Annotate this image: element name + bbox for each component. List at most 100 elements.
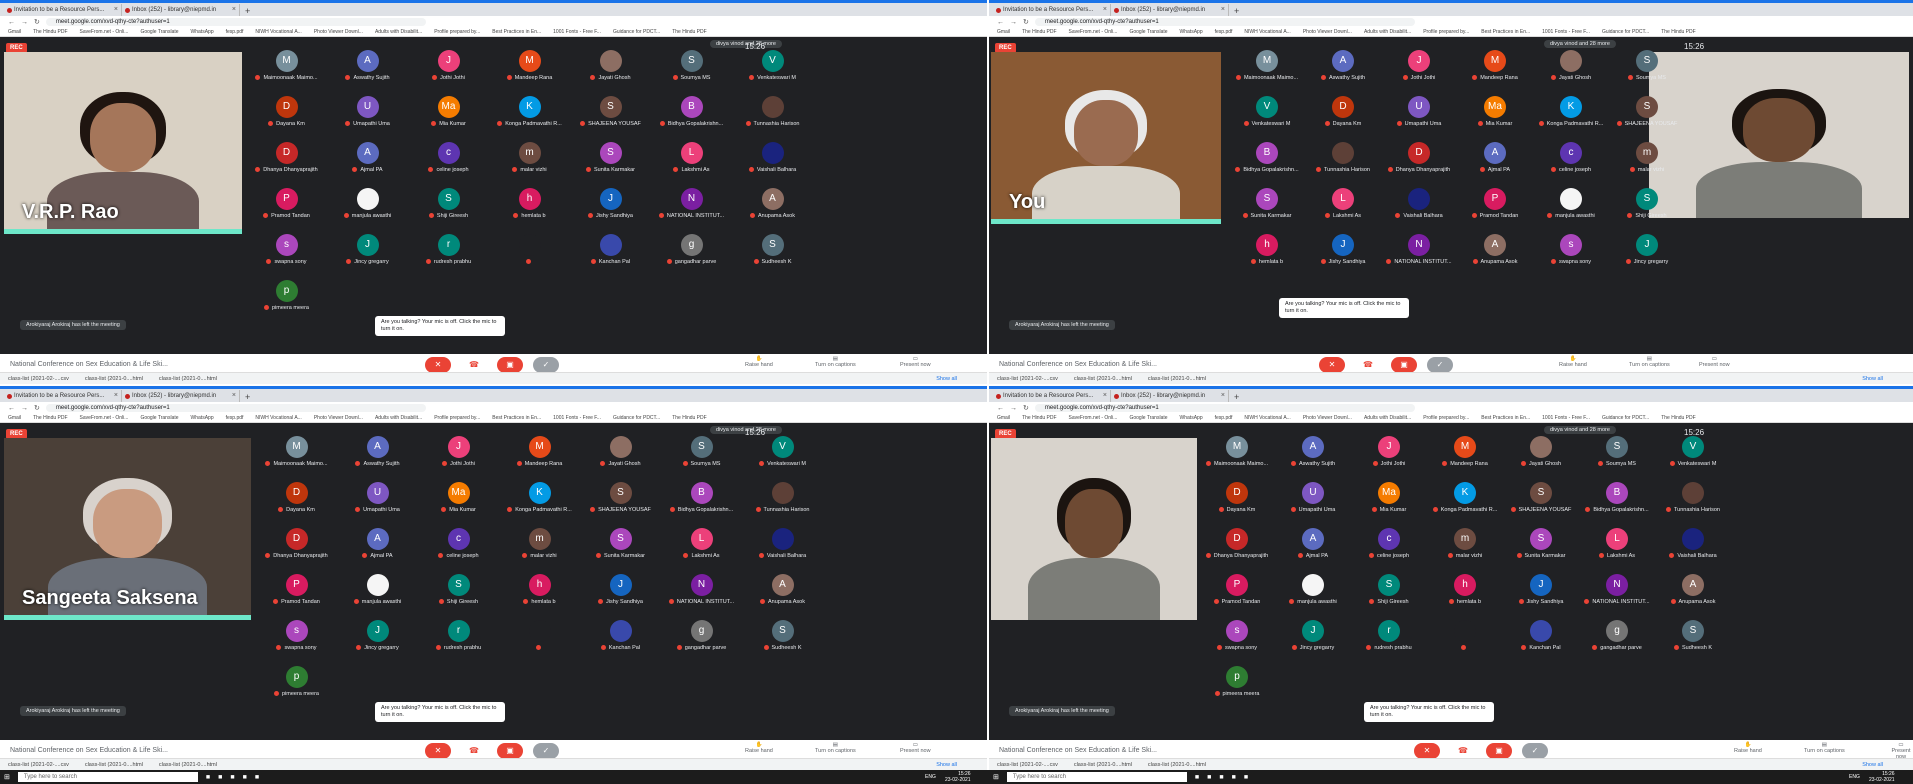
- taskbar-search-input[interactable]: Type here to search: [17, 772, 198, 782]
- download-item[interactable]: class-list (2021-02-....csv: [997, 376, 1058, 382]
- raise-hand-button[interactable]: ✋ Raise hand: [1734, 742, 1762, 754]
- raise-hand-button[interactable]: ✋ Raise hand: [745, 356, 773, 368]
- participant-tile[interactable]: manjula awasthi: [327, 188, 408, 234]
- forward-icon[interactable]: →: [1010, 405, 1017, 412]
- participant-tile[interactable]: A Aswathy Sujith: [1305, 50, 1381, 96]
- participant-tile[interactable]: S Soumya MS: [1609, 50, 1685, 96]
- bookmark-item[interactable]: Google Translate: [140, 29, 178, 35]
- bookmark-item[interactable]: Adults with Disabilit...: [1364, 415, 1411, 421]
- participant-tile[interactable]: S Shiji Gireesh: [408, 188, 489, 234]
- bookmark-item[interactable]: Profile prepared by...: [434, 415, 480, 421]
- participant-tile[interactable]: B Bidhya Gopalakrishn...: [661, 482, 742, 528]
- back-icon[interactable]: ←: [8, 405, 15, 412]
- participant-tile[interactable]: S Soumya MS: [651, 50, 732, 96]
- participant-tile[interactable]: J Jincy gregarry: [1275, 620, 1351, 666]
- participant-tile[interactable]: S Sudheesh K: [742, 620, 823, 666]
- bookmark-item[interactable]: 1001 Fonts - Free F...: [553, 415, 601, 421]
- bookmark-item[interactable]: Gmail: [997, 415, 1010, 421]
- reload-icon[interactable]: ↻: [34, 18, 40, 26]
- download-item[interactable]: class-list (2021-0....html: [159, 762, 217, 768]
- close-icon[interactable]: ×: [232, 6, 236, 13]
- bookmark-item[interactable]: Guidance for PDCT...: [1602, 29, 1649, 35]
- participant-tile[interactable]: S Sudheesh K: [732, 234, 813, 280]
- camera-off-icon[interactable]: ▣: [1486, 743, 1512, 759]
- participant-tile[interactable]: A Anupama Asok: [1457, 234, 1533, 280]
- participants-chip[interactable]: divya vinod and 28 more: [1544, 40, 1616, 48]
- participant-tile[interactable]: Ma Mia Kumar: [408, 96, 489, 142]
- participant-tile[interactable]: P Pramod Tandan: [1457, 188, 1533, 234]
- participant-tile[interactable]: S Shiji Gireesh: [418, 574, 499, 620]
- browser-tab[interactable]: Invitation to be a Resource Pers... ×: [4, 4, 122, 16]
- bookmark-item[interactable]: Guidance for PDCT...: [613, 415, 660, 421]
- participant-tile[interactable]: s swapna sony: [1199, 620, 1275, 666]
- participant-tile[interactable]: P Pramod Tandan: [1199, 574, 1275, 620]
- bookmark-item[interactable]: Photo Viewer Downl...: [314, 415, 363, 421]
- participant-tile[interactable]: B Bidhya Gopalakrishn...: [1229, 142, 1305, 188]
- participant-tile[interactable]: c celine joseph: [418, 528, 499, 574]
- participant-tile[interactable]: V Venkateswari M: [732, 50, 813, 96]
- back-icon[interactable]: ←: [997, 19, 1004, 26]
- url-input[interactable]: meet.google.com/xvd-qthy-cte?authuser=1: [45, 404, 426, 412]
- meeting-title[interactable]: National Conference on Sex Education & L…: [999, 361, 1157, 368]
- bookmark-item[interactable]: Best Practices in En...: [1481, 415, 1530, 421]
- participant-tile[interactable]: K Konga Padmavathi R...: [499, 482, 580, 528]
- participant-tile[interactable]: S Sunita Karmakar: [1503, 528, 1579, 574]
- new-tab-button[interactable]: +: [240, 392, 255, 402]
- bookmark-item[interactable]: 1001 Fonts - Free F...: [1542, 415, 1590, 421]
- participant-tile[interactable]: A Ajmal PA: [327, 142, 408, 188]
- participant-tile[interactable]: D Dhanya Dhanyaprajith: [1381, 142, 1457, 188]
- participant-tile[interactable]: g gangadhar parve: [1579, 620, 1655, 666]
- mic-off-icon[interactable]: ✕: [425, 357, 451, 373]
- participant-tile[interactable]: M Maimoonaak Maimo...: [246, 50, 327, 96]
- participant-tile[interactable]: g gangadhar parve: [651, 234, 732, 280]
- participant-tile[interactable]: c celine joseph: [1351, 528, 1427, 574]
- participant-tile[interactable]: J Jishy Sandhiya: [570, 188, 651, 234]
- participant-tile[interactable]: D Dayana Km: [246, 96, 327, 142]
- captions-button[interactable]: ▤ Turn on captions: [815, 356, 856, 368]
- participant-tile[interactable]: V Venkateswari M: [742, 436, 823, 482]
- check-icon[interactable]: ✓: [1427, 357, 1453, 373]
- meeting-title[interactable]: National Conference on Sex Education & L…: [10, 361, 168, 368]
- participant-tile[interactable]: M Mandeep Rana: [489, 50, 570, 96]
- mic-off-icon[interactable]: ✕: [1319, 357, 1345, 373]
- participants-chip[interactable]: divya vinod and 28 more: [1544, 426, 1616, 434]
- back-icon[interactable]: ←: [997, 405, 1004, 412]
- participant-tile[interactable]: s swapna sony: [246, 234, 327, 280]
- bookmark-item[interactable]: Gmail: [997, 29, 1010, 35]
- bookmark-item[interactable]: WhatsApp: [1180, 29, 1203, 35]
- bookmark-item[interactable]: fesp.pdf: [226, 415, 244, 421]
- participant-tile[interactable]: J Jishy Sandhiya: [1503, 574, 1579, 620]
- participant-tile[interactable]: P Pramod Tandan: [256, 574, 337, 620]
- download-item[interactable]: class-list (2021-0....html: [1074, 376, 1132, 382]
- bookmark-item[interactable]: The Hindu PDF: [1661, 29, 1695, 35]
- participant-tile[interactable]: N NATIONAL INSTITUT...: [661, 574, 742, 620]
- participant-tile[interactable]: J Jincy gregarry: [1609, 234, 1685, 280]
- participant-tile[interactable]: manjula awasthi: [337, 574, 418, 620]
- participant-tile[interactable]: c celine joseph: [1533, 142, 1609, 188]
- participant-tile[interactable]: Vaishali Balhara: [732, 142, 813, 188]
- bookmark-item[interactable]: Photo Viewer Downl...: [1303, 29, 1352, 35]
- bookmark-item[interactable]: 1001 Fonts - Free F...: [553, 29, 601, 35]
- participant-tile[interactable]: S Sunita Karmakar: [580, 528, 661, 574]
- raise-hand-button[interactable]: ✋ Raise hand: [745, 742, 773, 754]
- download-item[interactable]: class-list (2021-0....html: [1148, 762, 1206, 768]
- participant-tile[interactable]: r rudresh prabhu: [418, 620, 499, 666]
- new-tab-button[interactable]: +: [1229, 392, 1244, 402]
- participant-tile[interactable]: Vaishali Balhara: [1381, 188, 1457, 234]
- participant-tile[interactable]: Tunnashia Harison: [1655, 482, 1731, 528]
- participant-tile[interactable]: K Konga Padmavathi R...: [1533, 96, 1609, 142]
- participant-tile[interactable]: Kanchan Pal: [570, 234, 651, 280]
- bookmark-item[interactable]: Photo Viewer Downl...: [314, 29, 363, 35]
- forward-icon[interactable]: →: [21, 405, 28, 412]
- hang-up-icon[interactable]: ☎: [461, 743, 487, 759]
- participant-tile[interactable]: M Mandeep Rana: [1457, 50, 1533, 96]
- download-item[interactable]: class-list (2021-0....html: [1074, 762, 1132, 768]
- bookmark-item[interactable]: Profile prepared by...: [1423, 415, 1469, 421]
- bookmark-item[interactable]: NIWH Vocational A...: [255, 29, 301, 35]
- participant-tile[interactable]: Jayati Ghosh: [570, 50, 651, 96]
- camera-off-icon[interactable]: ▣: [497, 357, 523, 373]
- hang-up-icon[interactable]: ☎: [461, 357, 487, 373]
- participant-tile[interactable]: V Venkateswari M: [1229, 96, 1305, 142]
- participant-tile[interactable]: N NATIONAL INSTITUT...: [1381, 234, 1457, 280]
- participant-tile[interactable]: S Shiji Gireesh: [1609, 188, 1685, 234]
